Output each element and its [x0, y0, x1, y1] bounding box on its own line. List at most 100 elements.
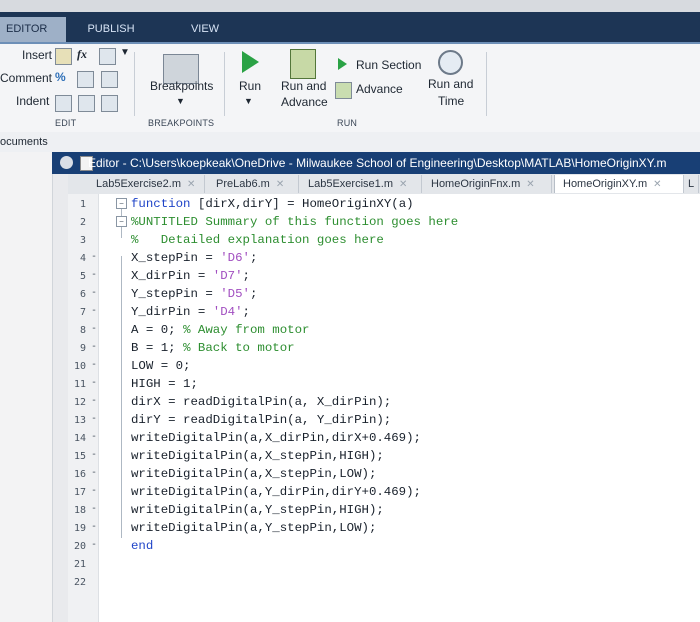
breakpoint-marker[interactable]: - — [91, 431, 97, 442]
code-line[interactable]: A = 0; % Away from motor — [99, 322, 700, 340]
indent-button[interactable]: Indent — [16, 94, 49, 108]
insert-function-button[interactable]: fx — [77, 47, 87, 62]
close-icon[interactable]: ✕ — [399, 179, 407, 190]
current-folder-panel[interactable] — [0, 152, 53, 622]
run-and-advance-line1[interactable]: Run and — [281, 79, 326, 93]
file-tab[interactable]: L — [680, 175, 699, 193]
code-line[interactable]: writeDigitalPin(a,X_stepPin,HIGH); — [99, 448, 700, 466]
line-number-row[interactable]: 13- — [68, 412, 98, 430]
line-number-row[interactable]: 11- — [68, 376, 98, 394]
line-number-row[interactable]: 1 — [68, 196, 98, 214]
breakpoint-marker[interactable]: - — [91, 341, 97, 352]
code-line[interactable]: B = 1; % Back to motor — [99, 340, 700, 358]
code-line[interactable]: %UNTITLED Summary of this function goes … — [99, 214, 700, 232]
editor-actions-icon[interactable] — [60, 156, 73, 169]
breakpoint-marker[interactable]: - — [91, 359, 97, 370]
line-number-row[interactable]: 10- — [68, 358, 98, 376]
advance-button[interactable]: Advance — [356, 82, 403, 96]
uncomment-icon[interactable] — [101, 71, 118, 88]
tab-view[interactable]: VIEW — [160, 17, 250, 42]
run-section-button[interactable]: Run Section — [356, 58, 421, 72]
line-number-row[interactable]: 18- — [68, 502, 98, 520]
file-tab-active[interactable]: HomeOriginXY.m ✕ — [554, 175, 684, 193]
line-number-row[interactable]: 17- — [68, 484, 98, 502]
line-number-row[interactable]: 4- — [68, 250, 98, 268]
close-icon[interactable]: ✕ — [276, 179, 284, 190]
line-number-row[interactable]: 19- — [68, 520, 98, 538]
breakpoint-marker[interactable]: - — [91, 377, 97, 388]
breakpoint-marker[interactable]: - — [91, 251, 97, 262]
comment-button[interactable]: Comment — [0, 71, 52, 85]
line-number-row[interactable]: 16- — [68, 466, 98, 484]
run-icon[interactable] — [242, 51, 259, 73]
code-line[interactable]: dirY = readDigitalPin(a, Y_dirPin); — [99, 412, 700, 430]
breakpoint-marker[interactable]: - — [91, 413, 97, 424]
breakpoint-marker[interactable]: - — [91, 503, 97, 514]
comment-icon[interactable] — [77, 71, 94, 88]
code-line[interactable]: X_stepPin = 'D6'; — [99, 250, 700, 268]
breakpoint-marker[interactable]: - — [91, 323, 97, 334]
format-icon[interactable] — [99, 48, 116, 65]
smart-indent-icon[interactable] — [55, 95, 72, 112]
run-and-time-line1[interactable]: Run and — [428, 77, 473, 91]
code-line[interactable]: writeDigitalPin(a,Y_dirPin,dirY+0.469); — [99, 484, 700, 502]
code-line[interactable]: writeDigitalPin(a,X_stepPin,LOW); — [99, 466, 700, 484]
code-line[interactable] — [99, 574, 700, 592]
line-number-row[interactable]: 22 — [68, 574, 98, 592]
clock-icon[interactable] — [438, 50, 463, 75]
file-tab[interactable]: Lab5Exercise1.m ✕ — [300, 175, 422, 193]
line-number-gutter[interactable]: 1 2 3 4-5-6-7-8-9-10-11-12-13-14-15-16-17-1… — [68, 194, 99, 622]
code-line[interactable]: % Detailed explanation goes here — [99, 232, 700, 250]
breakpoint-marker[interactable]: - — [91, 269, 97, 280]
insert-icon[interactable] — [55, 48, 72, 65]
code-line[interactable]: writeDigitalPin(a,Y_stepPin,LOW); — [99, 520, 700, 538]
line-number-row[interactable]: 2 — [68, 214, 98, 232]
breakpoint-marker[interactable]: - — [91, 395, 97, 406]
run-chevron-down-icon[interactable]: ▼ — [244, 96, 253, 106]
code-line[interactable]: dirX = readDigitalPin(a, X_dirPin); — [99, 394, 700, 412]
advance-icon[interactable] — [335, 82, 352, 99]
line-number-row[interactable]: 7- — [68, 304, 98, 322]
file-tab[interactable]: Lab5Exercise2.m ✕ — [88, 175, 205, 193]
line-number-row[interactable]: 8- — [68, 322, 98, 340]
code-line[interactable]: LOW = 0; — [99, 358, 700, 376]
tab-editor[interactable]: EDITOR — [0, 17, 66, 42]
code-line[interactable]: end — [99, 538, 700, 556]
code-line[interactable]: writeDigitalPin(a,Y_stepPin,HIGH); — [99, 502, 700, 520]
close-icon[interactable]: ✕ — [526, 179, 534, 190]
insert-button[interactable]: Insert — [22, 48, 52, 62]
decrease-indent-icon[interactable] — [101, 95, 118, 112]
line-number-row[interactable]: 21 — [68, 556, 98, 574]
code-line[interactable]: writeDigitalPin(a,X_dirPin,dirX+0.469); — [99, 430, 700, 448]
breakpoint-marker[interactable]: - — [91, 485, 97, 496]
breakpoints-button[interactable]: Breakpoints — [150, 79, 213, 93]
breakpoint-marker[interactable]: - — [91, 539, 97, 550]
file-tab[interactable]: PreLab6.m ✕ — [208, 175, 299, 193]
code-line[interactable]: HIGH = 1; — [99, 376, 700, 394]
run-and-advance-line2[interactable]: Advance — [281, 95, 328, 109]
breakpoint-marker[interactable]: - — [91, 467, 97, 478]
code-editor[interactable]: − − function [dirX,dirY] = HomeOriginXY(… — [99, 194, 700, 622]
line-number-row[interactable]: 12- — [68, 394, 98, 412]
tab-publish[interactable]: PUBLISH — [66, 17, 156, 42]
line-number-row[interactable]: 20- — [68, 538, 98, 556]
code-line[interactable]: Y_stepPin = 'D5'; — [99, 286, 700, 304]
run-button[interactable]: Run — [239, 79, 261, 93]
line-number-row[interactable]: 15- — [68, 448, 98, 466]
breakpoint-marker[interactable]: - — [91, 305, 97, 316]
code-line[interactable] — [99, 556, 700, 574]
increase-indent-icon[interactable] — [78, 95, 95, 112]
run-section-icon[interactable] — [338, 58, 347, 70]
line-number-row[interactable]: 6- — [68, 286, 98, 304]
line-number-row[interactable]: 3 — [68, 232, 98, 250]
line-number-row[interactable]: 5- — [68, 268, 98, 286]
run-and-advance-icon[interactable] — [290, 49, 316, 79]
close-icon[interactable]: ✕ — [187, 179, 195, 190]
line-number-row[interactable]: 14- — [68, 430, 98, 448]
breakpoint-marker[interactable]: - — [91, 287, 97, 298]
line-number-row[interactable]: 9- — [68, 340, 98, 358]
file-tab[interactable]: HomeOriginFnx.m ✕ — [423, 175, 552, 193]
code-line[interactable]: function [dirX,dirY] = HomeOriginXY(a) — [99, 196, 700, 214]
breakpoints-chevron-down-icon[interactable]: ▼ — [176, 96, 185, 106]
percent-icon[interactable]: % — [55, 70, 66, 84]
